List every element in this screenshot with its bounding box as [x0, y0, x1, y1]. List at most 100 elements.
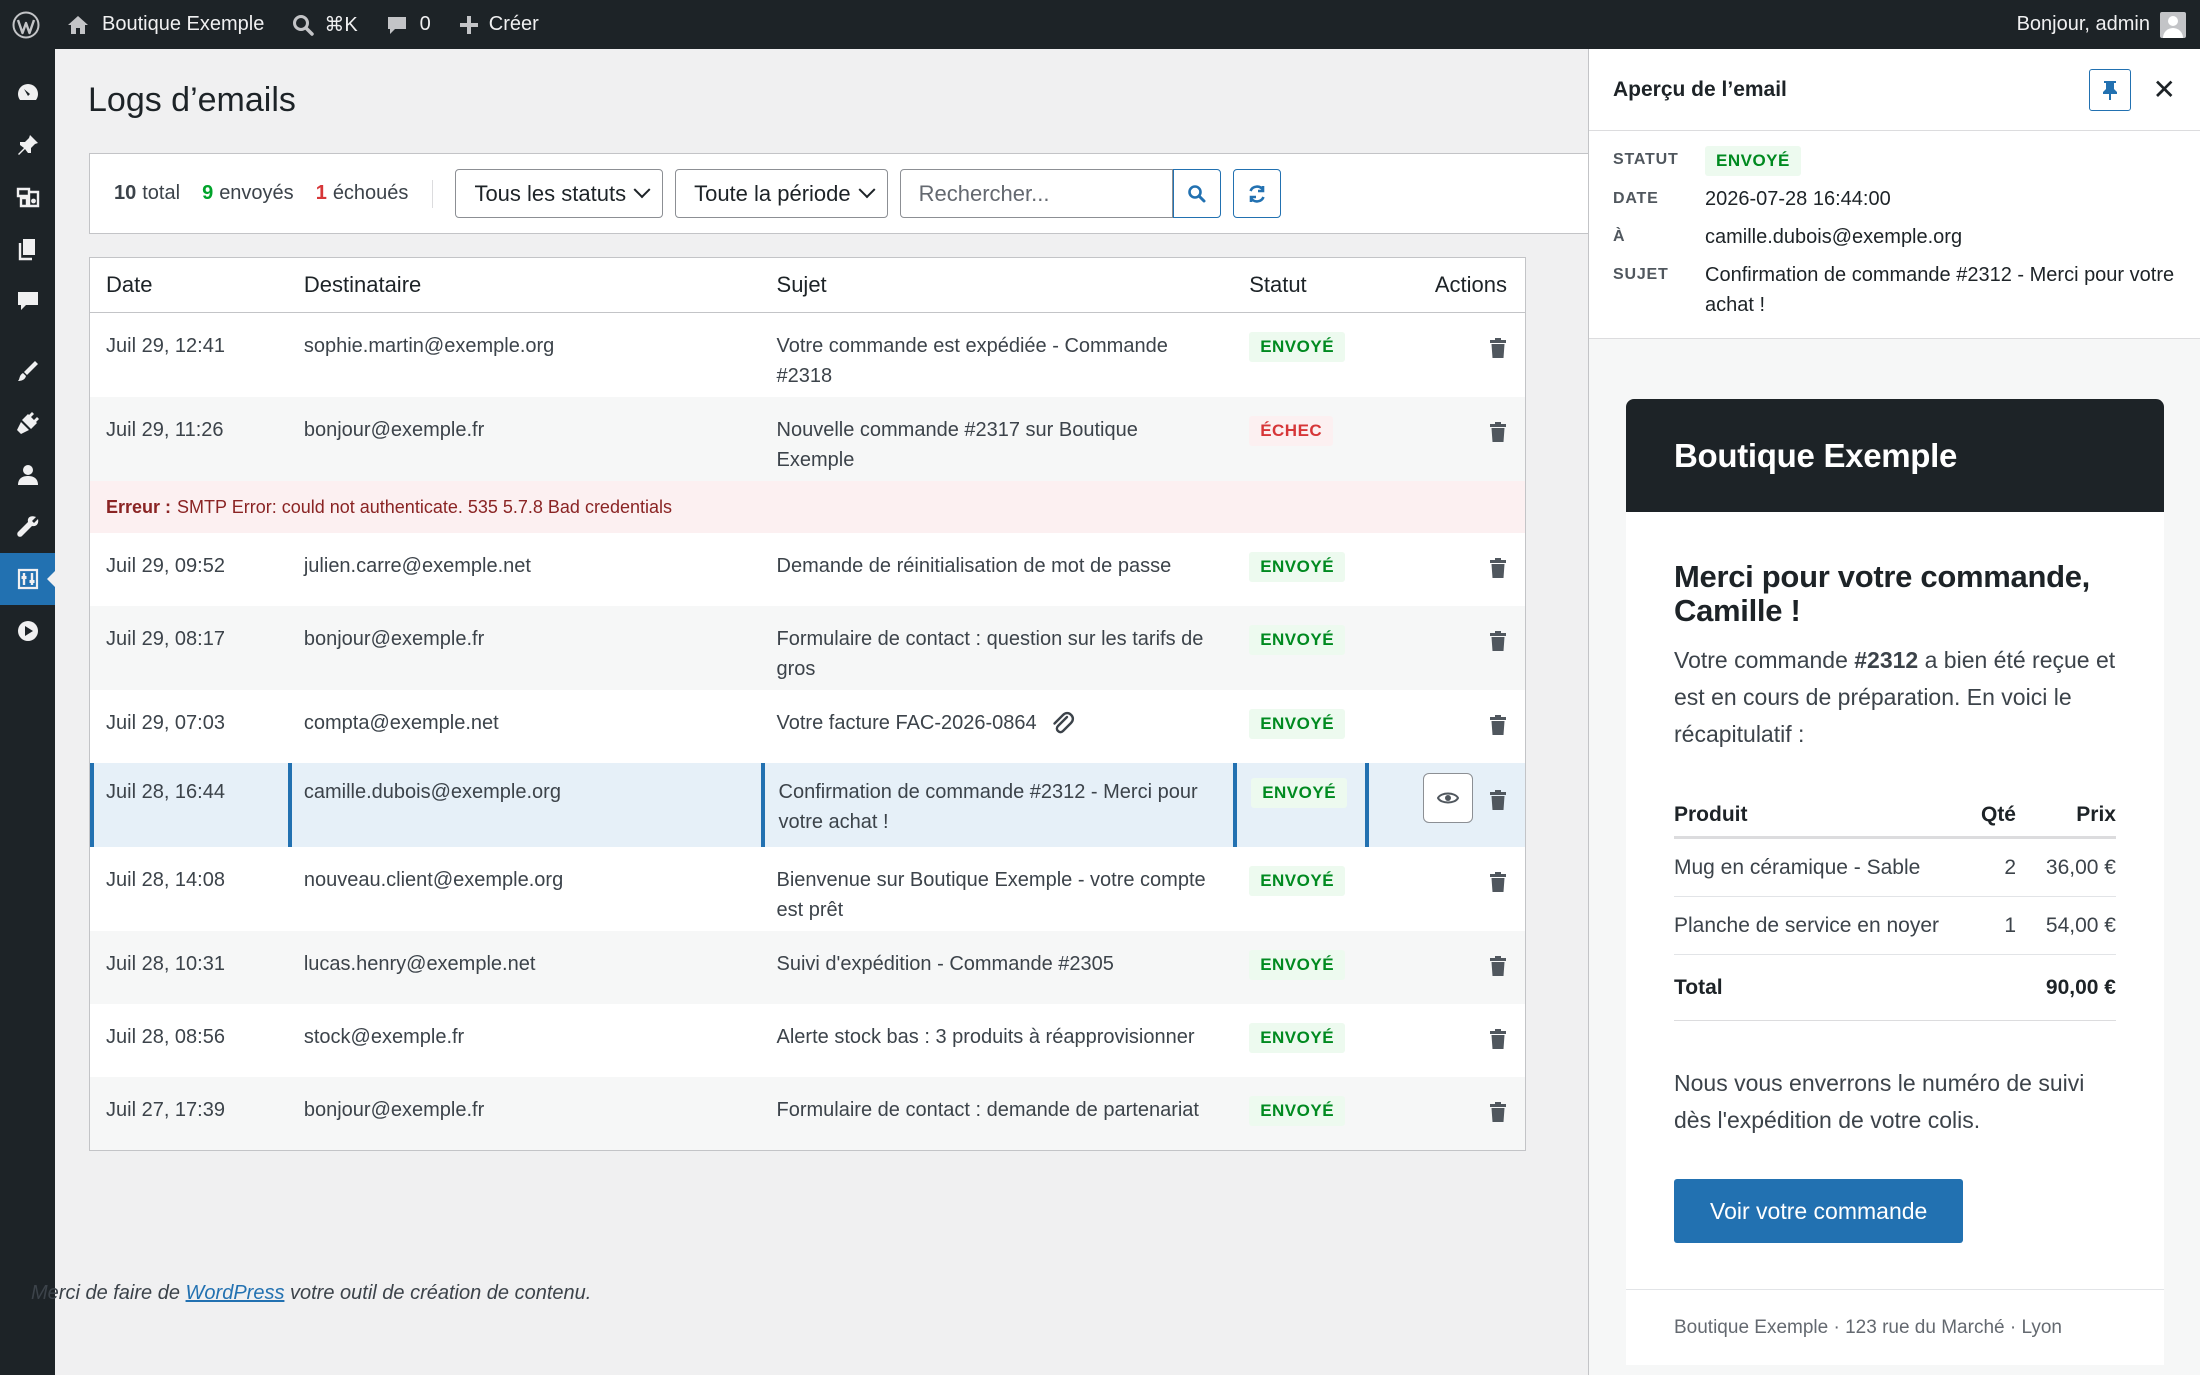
greeting: Bonjour, admin [2016, 13, 2150, 35]
table-row[interactable]: Juil 28, 14:08 nouveau.client@exemple.or… [90, 847, 1525, 931]
row-subject: Suivi d'expédition - Commande #2305 [776, 953, 1114, 975]
email-meta: STATUT ENVOYÉ DATE 2026-07-28 16:44:00 À… [1589, 131, 2200, 339]
trash-icon[interactable] [1489, 1101, 1507, 1123]
meta-subject-value: Confirmation de commande #2312 - Merci p… [1705, 264, 2175, 316]
row-status: ENVOYÉ [1233, 708, 1365, 739]
close-icon[interactable]: ✕ [2153, 75, 2176, 104]
row-status: ENVOYÉ [1233, 949, 1365, 980]
table-row[interactable]: Juil 28, 08:56 stock@exemple.fr Alerte s… [90, 1004, 1525, 1077]
column-header-status[interactable]: Statut [1233, 272, 1365, 298]
search-input[interactable] [899, 169, 1173, 218]
create-new-link[interactable]: Créer [445, 0, 553, 49]
meta-date-label: DATE [1613, 190, 1659, 207]
total-label: total [142, 182, 181, 204]
row-recipient: bonjour@exemple.fr [303, 628, 485, 650]
order-total-value: 90,00 € [2045, 975, 2116, 999]
row-actions [1365, 1022, 1525, 1050]
failed-label: échoués [332, 182, 409, 204]
column-header-subject[interactable]: Sujet [761, 272, 1234, 298]
column-header-date[interactable]: Date [90, 272, 288, 298]
row-date: Juil 29, 12:41 [106, 335, 225, 357]
row-date: Juil 28, 10:31 [106, 953, 225, 975]
meta-subject-label: SUJET [1613, 266, 1669, 283]
trash-icon[interactable] [1489, 714, 1507, 736]
site-name-link[interactable]: Boutique Exemple [52, 0, 278, 49]
table-row[interactable]: Juil 29, 07:03 compta@exemple.net Votre … [90, 690, 1525, 763]
menu-appearance-brush-icon[interactable] [0, 345, 55, 397]
search-button[interactable] [1172, 169, 1221, 218]
table-row[interactable]: Juil 28, 10:31 lucas.henry@exemple.net S… [90, 931, 1525, 1004]
row-status: ENVOYÉ [1233, 624, 1365, 655]
row-actions [1365, 551, 1525, 579]
preview-button[interactable] [1423, 773, 1473, 823]
row-recipient: julien.carre@exemple.net [303, 555, 531, 577]
meta-to-row: À camille.dubois@exemple.org [1613, 222, 2176, 252]
row-subject: Bienvenue sur Boutique Exemple - votre c… [776, 869, 1206, 921]
trash-icon[interactable] [1489, 955, 1507, 977]
refresh-button[interactable] [1232, 169, 1281, 218]
failed-count-stat: 1 échoués [316, 182, 409, 205]
row-status: ENVOYÉ [1233, 1022, 1365, 1053]
menu-settings-sliders-icon[interactable] [0, 553, 55, 605]
user-account-menu[interactable]: Bonjour, admin [2003, 0, 2200, 49]
command-palette-button[interactable]: ⌘K [278, 0, 371, 49]
menu-pages-icon[interactable] [0, 223, 55, 275]
comments-link[interactable]: 0 [372, 0, 445, 49]
admin-side-menu [0, 49, 55, 1375]
home-icon [68, 15, 88, 34]
trash-icon[interactable] [1489, 871, 1507, 893]
trash-icon[interactable] [1489, 421, 1507, 443]
trash-icon[interactable] [1489, 557, 1507, 579]
menu-plugins-icon[interactable] [0, 397, 55, 449]
table-row[interactable]: Juil 29, 12:41 sophie.martin@exemple.org… [90, 313, 1525, 397]
menu-media-icon[interactable] [0, 171, 55, 223]
row-subject: Votre facture FAC-2026-0864 [776, 712, 1037, 734]
row-date: Juil 29, 11:26 [106, 419, 224, 441]
menu-tools-wrench-icon[interactable] [0, 501, 55, 553]
status-badge: ENVOYÉ [1249, 1096, 1346, 1126]
status-badge: ENVOYÉ [1705, 146, 1801, 176]
row-actions [1365, 1095, 1525, 1123]
table-row[interactable]: Juil 27, 17:39 bonjour@exemple.fr Formul… [90, 1077, 1525, 1150]
status-filter-value: Tous les statuts [474, 180, 627, 206]
wordpress-link[interactable]: WordPress [186, 1282, 285, 1304]
row-recipient: compta@exemple.net [303, 712, 499, 734]
order-item-price: 36,00 € [2045, 855, 2116, 879]
trash-icon[interactable] [1489, 337, 1507, 359]
error-message-row: Erreur : SMTP Error: could not authentic… [90, 481, 1525, 533]
sent-label: envoyés [219, 182, 294, 204]
row-recipient: lucas.henry@exemple.net [303, 953, 536, 975]
table-row[interactable]: Juil 29, 11:26 bonjour@exemple.fr Nouvel… [90, 397, 1525, 481]
row-subject: Confirmation de commande #2312 - Merci p… [760, 763, 1234, 847]
menu-comments-icon[interactable] [0, 275, 55, 327]
table-row[interactable]: Juil 29, 08:17 bonjour@exemple.fr Formul… [90, 606, 1525, 690]
admin-bar: Boutique Exemple ⌘K 0 Créer Bonjour, adm… [0, 0, 2200, 49]
order-item-qty: 2 [2004, 855, 2016, 879]
preview-panel-title: Aperçu de l’email [1613, 77, 1787, 101]
trash-icon[interactable] [1489, 789, 1507, 811]
column-header-recipient[interactable]: Destinataire [288, 272, 761, 298]
refresh-icon [1248, 184, 1265, 203]
row-subject: Nouvelle commande #2317 sur Boutique Exe… [776, 419, 1138, 471]
trash-icon[interactable] [1489, 1028, 1507, 1050]
menu-dashboard-icon[interactable] [0, 67, 55, 119]
meta-to-value: camille.dubois@exemple.org [1705, 226, 1963, 248]
row-subject: Votre commande est expédiée - Commande #… [776, 335, 1168, 387]
status-filter-select[interactable]: Tous les statuts [455, 169, 664, 218]
filters-toolbar: 10 total 9 envoyés 1 échoués Tous les statu… [89, 153, 1629, 234]
status-badge: ENVOYÉ [1249, 950, 1346, 980]
avatar [2160, 11, 2186, 38]
menu-posts-pin-icon[interactable] [0, 119, 55, 171]
menu-collapse-play-icon[interactable] [0, 605, 55, 657]
trash-icon[interactable] [1489, 630, 1507, 652]
email-heading: Merci pour votre commande, Camille ! [1674, 559, 2090, 628]
table-row[interactable]: Juil 29, 09:52 julien.carre@exemple.net … [90, 533, 1525, 606]
table-row-selected[interactable]: Juil 28, 16:44 camille.dubois@exemple.or… [90, 763, 1525, 847]
view-order-button[interactable]: Voir votre commande [1674, 1179, 1964, 1243]
menu-users-icon[interactable] [0, 449, 55, 501]
pin-icon [2102, 80, 2117, 100]
wordpress-logo-icon[interactable] [0, 0, 52, 49]
period-filter-select[interactable]: Toute la période [675, 169, 888, 218]
pin-panel-button[interactable] [2088, 68, 2131, 111]
email-footer: Boutique Exemple · 123 rue du Marché · L… [1626, 1289, 2164, 1365]
